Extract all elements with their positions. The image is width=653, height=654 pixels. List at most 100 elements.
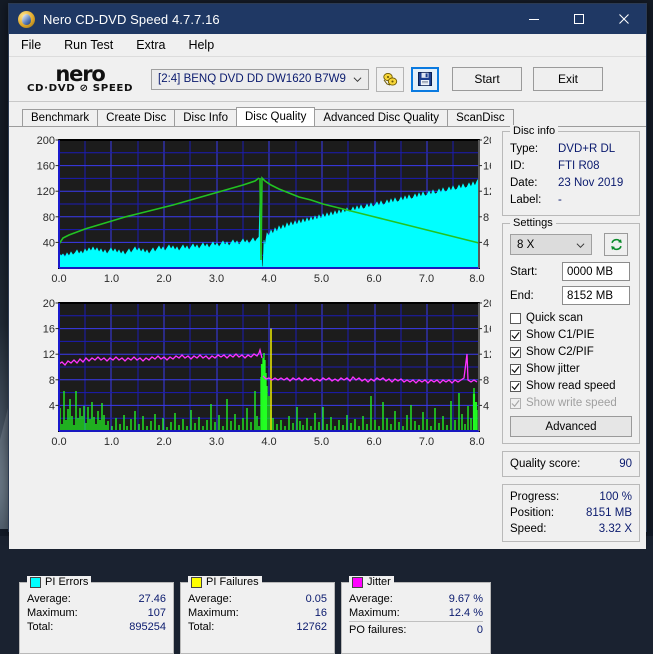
- eject-disc-icon: [382, 72, 399, 87]
- nero-logo: nero CD·DVD ⊘ SPEED: [21, 64, 139, 94]
- tab-benchmark[interactable]: Benchmark: [22, 109, 98, 126]
- disc-id-row: ID: FTI R08: [510, 158, 632, 175]
- quality-score-row: Quality score: 90: [510, 456, 632, 472]
- checkbox-quick-scan[interactable]: Quick scan: [510, 310, 632, 326]
- pi-errors-total-label: Total:: [27, 620, 53, 634]
- pi-failures-maximum-label: Maximum:: [188, 606, 239, 620]
- quality-score-value: 90: [619, 456, 632, 472]
- disc-label-value: -: [558, 192, 562, 209]
- menu-run-test[interactable]: Run Test: [62, 37, 115, 53]
- pi-failures-average-row: Average: 0.05: [188, 592, 327, 606]
- tab-disc-quality[interactable]: Disc Quality: [236, 107, 315, 126]
- quality-score-box: Quality score: 90: [502, 451, 640, 477]
- disc-type-value: DVD+R DL: [558, 141, 615, 158]
- start-button[interactable]: Start: [452, 67, 522, 91]
- end-row: End: 8152 MB: [510, 286, 632, 305]
- position-label: Position:: [510, 505, 554, 521]
- pi-failures-title-text: PI Failures: [206, 576, 259, 588]
- start-row: Start: 0000 MB: [510, 262, 632, 281]
- save-floppy-icon: [417, 71, 433, 87]
- disc-date-row: Date: 23 Nov 2019: [510, 175, 632, 192]
- checkbox-show-write-speed-label: Show write speed: [526, 395, 617, 411]
- svg-text:80: 80: [43, 212, 55, 224]
- jitter-color-swatch: [352, 577, 363, 588]
- jitter-legend-title: Jitter: [349, 576, 394, 588]
- svg-text:20: 20: [483, 298, 491, 310]
- position-row: Position: 8151 MB: [510, 505, 632, 521]
- jitter-average-row: Average: 9.67 %: [349, 592, 483, 606]
- svg-text:6.0: 6.0: [366, 436, 381, 448]
- speed-select-value: 8 X: [517, 239, 534, 251]
- svg-text:8.0: 8.0: [469, 273, 484, 285]
- checkbox-show-jitter[interactable]: Show jitter: [510, 361, 632, 377]
- svg-text:3.0: 3.0: [209, 436, 224, 448]
- jitter-maximum-row: Maximum: 12.4 %: [349, 606, 483, 620]
- disc-id-label: ID:: [510, 158, 558, 175]
- checkbox-show-c2-pif-box: [510, 347, 521, 358]
- menu-extra[interactable]: Extra: [134, 37, 167, 53]
- checkbox-show-jitter-box: [510, 364, 521, 375]
- tab-disc-info[interactable]: Disc Info: [174, 109, 237, 126]
- pi-failures-legend-title: PI Failures: [188, 576, 262, 588]
- svg-text:4: 4: [483, 400, 489, 412]
- settings-group: Settings 8 X: [502, 223, 640, 444]
- po-failures-label: PO failures:: [349, 623, 406, 637]
- checkbox-show-read-speed[interactable]: Show read speed: [510, 378, 632, 394]
- pi-failures-maximum-row: Maximum: 16: [188, 606, 327, 620]
- refresh-button[interactable]: [604, 233, 628, 256]
- pi-errors-maximum-row: Maximum: 107: [27, 606, 166, 620]
- disc-date-label: Date:: [510, 175, 558, 192]
- save-button[interactable]: [411, 67, 439, 92]
- menu-file[interactable]: File: [19, 37, 43, 53]
- speed-status-label: Speed:: [510, 521, 546, 537]
- check-icon: [511, 382, 520, 391]
- svg-text:4.0: 4.0: [261, 436, 276, 448]
- jitter-maximum-value: 12.4 %: [449, 606, 483, 620]
- close-button[interactable]: [601, 4, 646, 34]
- position-value: 8151 MB: [586, 505, 632, 521]
- checkbox-show-write-speed-box: [510, 398, 521, 409]
- checkbox-show-read-speed-box: [510, 381, 521, 392]
- pi-errors-total-value: 895254: [129, 620, 166, 634]
- pi-errors-maximum-label: Maximum:: [27, 606, 78, 620]
- logo-nero-text: nero: [55, 64, 104, 85]
- jitter-average-value: 9.67 %: [449, 592, 483, 606]
- maximize-button[interactable]: [556, 4, 601, 34]
- disc-label-label: Label:: [510, 192, 558, 209]
- advanced-button[interactable]: Advanced: [510, 416, 632, 437]
- svg-text:0.0: 0.0: [51, 436, 66, 448]
- disc-label-row: Label: -: [510, 192, 632, 209]
- end-input[interactable]: 8152 MB: [562, 286, 630, 305]
- start-label: Start:: [510, 266, 562, 278]
- status-box: Progress: 100 % Position: 8151 MB Speed:…: [502, 484, 640, 542]
- menu-help[interactable]: Help: [186, 37, 216, 53]
- checkbox-show-c2-pif[interactable]: Show C2/PIF: [510, 344, 632, 360]
- svg-text:16: 16: [483, 324, 491, 336]
- exit-button[interactable]: Exit: [533, 67, 603, 91]
- tab-create-disc[interactable]: Create Disc: [97, 109, 175, 126]
- menu-bar: File Run Test Extra Help: [9, 34, 646, 57]
- tab-advanced-disc-quality[interactable]: Advanced Disc Quality: [314, 109, 448, 126]
- start-input[interactable]: 0000 MB: [562, 262, 630, 281]
- tab-scandisc[interactable]: ScanDisc: [447, 109, 514, 126]
- disc-info-group: Disc info Type: DVD+R DL ID: FTI R08 Dat…: [502, 131, 640, 216]
- application-window: Nero CD-DVD Speed 4.7.7.16 File Run Test…: [8, 3, 647, 532]
- svg-text:5.0: 5.0: [314, 273, 329, 285]
- eject-disc-button[interactable]: [376, 67, 404, 92]
- jitter-average-label: Average:: [349, 592, 393, 606]
- svg-text:2.0: 2.0: [156, 436, 171, 448]
- pi-failures-maximum-value: 16: [315, 606, 327, 620]
- checkbox-show-c1-pie[interactable]: Show C1/PIE: [510, 327, 632, 343]
- pi-errors-average-label: Average:: [27, 592, 71, 606]
- pi-errors-stats: PI Errors Average: 27.46 Maximum: 107 To…: [19, 582, 174, 654]
- minimize-button[interactable]: [511, 4, 556, 34]
- svg-text:16: 16: [483, 161, 491, 173]
- drive-select[interactable]: [2:4] BENQ DVD DD DW1620 B7W9: [151, 69, 369, 90]
- title-bar: Nero CD-DVD Speed 4.7.7.16: [9, 4, 646, 34]
- speed-select[interactable]: 8 X: [510, 234, 592, 255]
- svg-text:7.0: 7.0: [419, 273, 434, 285]
- jitter-maximum-label: Maximum:: [349, 606, 400, 620]
- svg-text:120: 120: [37, 186, 55, 198]
- checkbox-show-c2-pif-label: Show C2/PIF: [526, 344, 594, 360]
- check-icon: [511, 348, 520, 357]
